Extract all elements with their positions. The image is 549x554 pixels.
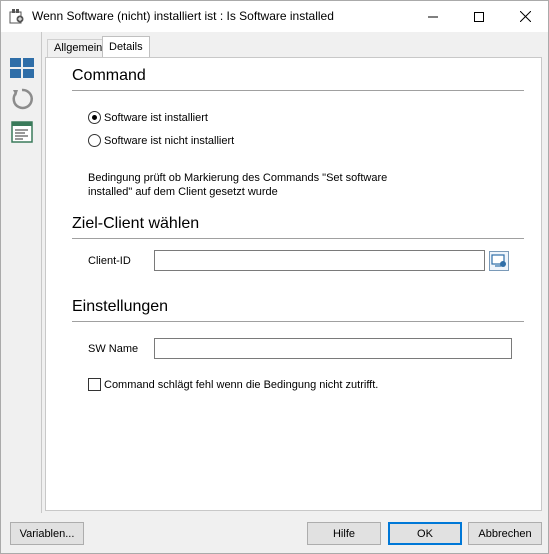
client-picker-icon	[491, 254, 506, 267]
checkbox-label: Command schlägt fehl wenn die Bedingung …	[104, 378, 379, 391]
left-toolbar	[1, 32, 42, 513]
cancel-button[interactable]: Abbrechen	[468, 522, 542, 545]
client-picker-button[interactable]	[489, 251, 509, 271]
window-title: Wenn Software (nicht) installiert ist : …	[32, 9, 334, 23]
section-divider	[72, 321, 524, 322]
maximize-icon	[474, 11, 484, 22]
app-icon	[9, 8, 25, 24]
client-id-input[interactable]	[154, 250, 485, 271]
checkbox-box[interactable]	[88, 378, 101, 391]
radio-button-checked[interactable]	[88, 111, 101, 124]
radio-label: Software ist installiert	[104, 111, 208, 124]
minimize-icon	[428, 16, 438, 17]
windows-tiles-icon[interactable]	[10, 56, 34, 80]
settings-section-title: Einstellungen	[72, 298, 169, 315]
help-button[interactable]: Hilfe	[307, 522, 381, 545]
close-button[interactable]	[502, 1, 548, 32]
sw-name-label: SW Name	[88, 343, 139, 355]
radio-label: Software ist nicht installiert	[104, 134, 235, 147]
maximize-button[interactable]	[456, 1, 502, 32]
radio-button[interactable]	[88, 134, 101, 147]
title-bar: Wenn Software (nicht) installiert ist : …	[1, 1, 548, 32]
client-id-label: Client-ID	[88, 255, 131, 267]
document-list-icon[interactable]	[10, 120, 34, 144]
section-divider	[72, 238, 524, 239]
radio-software-not-installed[interactable]: Software ist nicht installiert	[88, 134, 234, 147]
command-section-title: Command	[72, 67, 146, 84]
sw-name-input[interactable]	[154, 338, 512, 359]
close-icon	[519, 11, 531, 22]
dialog-window: Wenn Software (nicht) installiert ist : …	[0, 0, 549, 554]
radio-software-installed[interactable]: Software ist installiert	[88, 111, 208, 124]
tab-allgemein[interactable]: Allgemein	[47, 39, 110, 58]
minimize-button[interactable]	[410, 1, 456, 32]
refresh-icon[interactable]	[10, 87, 34, 111]
ok-button[interactable]: OK	[388, 522, 462, 545]
command-description: Bedingung prüft ob Markierung des Comman…	[88, 172, 388, 198]
section-divider	[72, 90, 524, 91]
tab-details[interactable]: Details	[102, 36, 150, 58]
variables-button[interactable]: Variablen...	[10, 522, 84, 545]
target-section-title: Ziel-Client wählen	[72, 215, 200, 232]
details-panel: Command Software ist installiert Softwar…	[45, 57, 542, 511]
fail-if-not-matched-checkbox[interactable]: Command schlägt fehl wenn die Bedingung …	[88, 378, 378, 391]
